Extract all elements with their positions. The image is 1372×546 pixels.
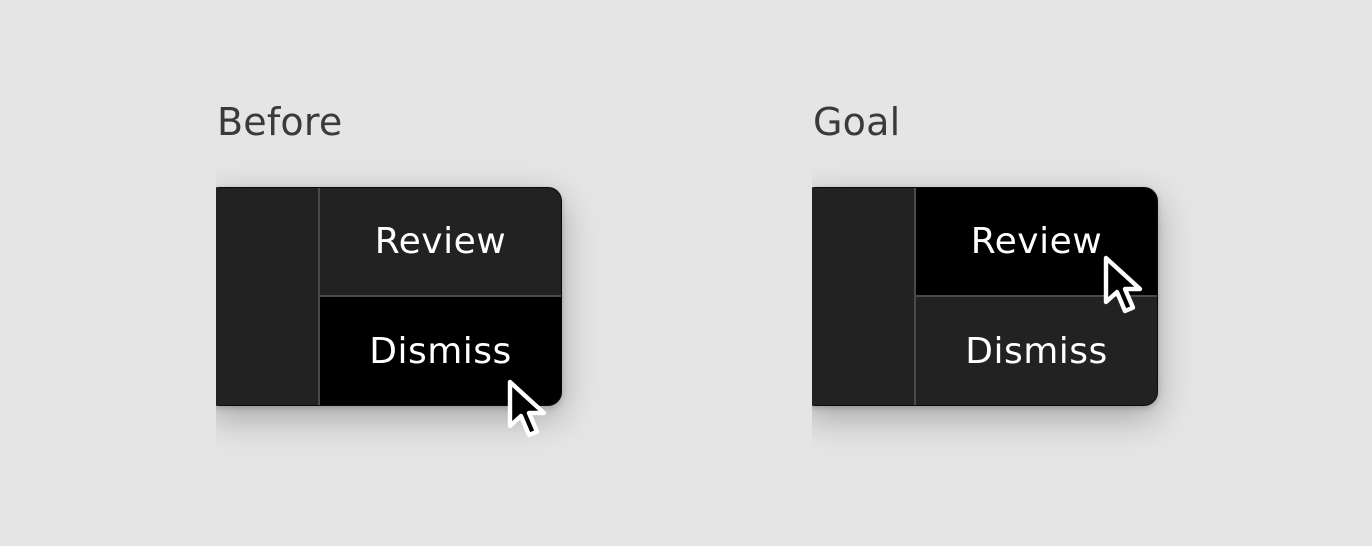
review-button-label: Review [374, 221, 507, 262]
notification-goal: Review Dismiss [812, 187, 1158, 406]
review-button[interactable]: Review [916, 188, 1157, 295]
panel-title-before: Before [217, 100, 343, 144]
review-button[interactable]: Review [320, 188, 561, 295]
dismiss-button[interactable]: Dismiss [916, 297, 1157, 405]
notification-content [216, 188, 318, 405]
dismiss-button-label: Dismiss [369, 330, 512, 372]
notification-content [812, 188, 914, 405]
notification-before: Review Dismiss [216, 187, 562, 406]
review-button-label: Review [970, 221, 1103, 262]
panel-goal: Review Dismiss [812, 160, 1232, 480]
panel-before: Review Dismiss [216, 160, 636, 480]
dismiss-button-label: Dismiss [965, 330, 1108, 372]
dismiss-button[interactable]: Dismiss [320, 297, 561, 405]
panel-title-goal: Goal [813, 100, 901, 144]
